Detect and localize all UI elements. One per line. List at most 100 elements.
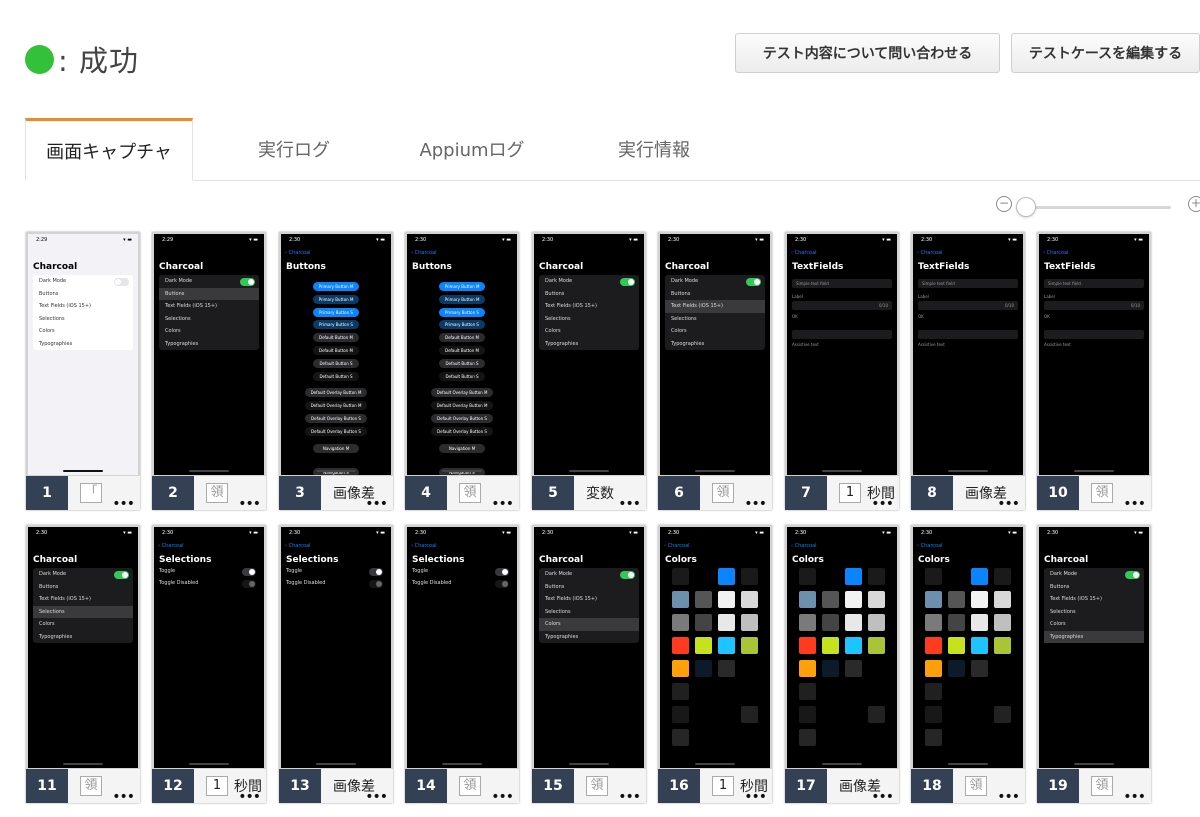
status-time: 2:30 <box>289 530 301 536</box>
capture-number: 14 <box>405 769 447 803</box>
more-horizontal-icon[interactable]: ••• <box>365 497 388 510</box>
field-label: Label <box>1044 294 1055 299</box>
capture-card[interactable]: 2:30 ▾ ▬ ‹ Charcoal Selections Toggle Toggle … <box>279 525 393 803</box>
menu-row: Buttons <box>545 290 565 297</box>
more-horizontal-icon[interactable]: ••• <box>112 497 135 510</box>
more-horizontal-icon[interactable]: ••• <box>1123 497 1146 510</box>
status-time: 2:30 <box>668 530 680 536</box>
more-horizontal-icon[interactable]: ••• <box>1123 790 1146 803</box>
capture-card[interactable]: 2:29 ▾ ▬ Charcoal Dark Mode Buttons Text Fiel… <box>152 232 266 510</box>
capture-card[interactable]: 2:30 ▾ ▬ ‹ Charcoal Selections Toggle Toggle … <box>152 525 266 803</box>
color-swatch <box>741 568 758 585</box>
device-screenshot[interactable]: 2:30 ▾ ▬ Charcoal Dark Mode Buttons Text Fiel… <box>534 527 644 768</box>
inquire-button[interactable]: テスト内容について問い合わせる <box>735 33 1000 73</box>
more-horizontal-icon[interactable]: ••• <box>871 790 894 803</box>
dark-mode-toggle <box>240 277 255 286</box>
device-screenshot[interactable]: 2:29 ▾ ▬ Charcoal Dark Mode Buttons Text Fiel… <box>28 234 138 475</box>
device-screenshot[interactable]: 2:29 ▾ ▬ Charcoal Dark Mode Buttons Text Fiel… <box>154 234 264 475</box>
tab-appium-log[interactable]: Appiumログ <box>387 118 557 180</box>
device-screenshot[interactable]: 2:30 ▾ ▬ ‹ Charcoal Colors <box>913 527 1023 768</box>
capture-card[interactable]: 2:30 ▾ ▬ Charcoal Dark Mode Buttons Text Fiel… <box>532 232 646 510</box>
text-field <box>918 330 1018 339</box>
capture-card[interactable]: 2:30 ▾ ▬ Charcoal Dark Mode Buttons Text Fiel… <box>658 232 772 510</box>
menu-list: Dark Mode Buttons Text Fields (iOS 15+) Sel… <box>539 275 639 350</box>
capture-card[interactable]: 2:30 ▾ ▬ Charcoal Dark Mode Buttons Text Fiel… <box>1037 525 1151 803</box>
signal-battery-icon: ▾ ▬ <box>502 237 511 243</box>
capture-card[interactable]: 2:30 ▾ ▬ ‹ Charcoal TextFields Simple text f… <box>911 232 1025 510</box>
signal-battery-icon: ▾ ▬ <box>1134 237 1143 243</box>
capture-card[interactable]: 2:30 ▾ ▬ Charcoal Dark Mode Buttons Text Fiel… <box>26 525 140 803</box>
capture-card[interactable]: 2:30 ▾ ▬ ‹ Charcoal Selections Toggle Toggle … <box>405 525 519 803</box>
device-screenshot[interactable]: 2:30 ▾ ▬ ‹ Charcoal Colors <box>660 527 770 768</box>
edit-testcase-button[interactable]: テストケースを編集する <box>1011 33 1200 73</box>
home-indicator <box>822 763 862 765</box>
device-screenshot[interactable]: 2:30 ▾ ▬ ‹ Charcoal Selections Toggle Toggle … <box>154 527 264 768</box>
color-swatch <box>822 683 839 700</box>
menu-row: Text Fields (iOS 15+) <box>545 596 597 603</box>
capture-card[interactable]: 2:30 ▾ ▬ Charcoal Dark Mode Buttons Text Fiel… <box>532 525 646 803</box>
more-horizontal-icon[interactable]: ••• <box>491 790 514 803</box>
tab-execution-info[interactable]: 実行情報 <box>569 118 739 180</box>
status-time: 2:30 <box>921 237 933 243</box>
more-horizontal-icon[interactable]: ••• <box>618 790 641 803</box>
menu-row: Colors <box>545 328 561 335</box>
device-screenshot[interactable]: 2:30 ▾ ▬ Charcoal Dark Mode Buttons Text Fiel… <box>1039 527 1149 768</box>
device-screenshot[interactable]: 2:30 ▾ ▬ ‹ Charcoal Selections Toggle Toggle … <box>407 527 517 768</box>
capture-card[interactable]: 2:29 ▾ ▬ Charcoal Dark Mode Buttons Text Fiel… <box>26 232 140 510</box>
capture-number: 2 <box>152 476 194 510</box>
more-horizontal-icon[interactable]: ••• <box>365 790 388 803</box>
home-indicator <box>1074 763 1114 765</box>
text-field <box>792 330 892 339</box>
device-screenshot[interactable]: 2:30 ▾ ▬ ‹ Charcoal Selections Toggle Toggle … <box>281 527 391 768</box>
zoom-track[interactable] <box>1026 206 1171 209</box>
capture-card[interactable]: 2:30 ▾ ▬ ‹ Charcoal TextFields Simple text f… <box>1037 232 1151 510</box>
more-horizontal-icon[interactable]: ••• <box>618 497 641 510</box>
device-screenshot[interactable]: 2:30 ▾ ▬ ‹ Charcoal TextFields Simple text f… <box>1039 234 1149 475</box>
more-horizontal-icon[interactable]: ••• <box>238 790 261 803</box>
device-screenshot[interactable]: 2:30 ▾ ▬ Charcoal Dark Mode Buttons Text Fiel… <box>534 234 644 475</box>
status-label: : 成功 <box>58 44 139 78</box>
device-screenshot[interactable]: 2:30 ▾ ▬ ‹ Charcoal Colors <box>787 527 897 768</box>
more-horizontal-icon[interactable]: ••• <box>491 497 514 510</box>
home-indicator <box>822 470 862 472</box>
device-screenshot[interactable]: 2:30 ▾ ▬ ‹ Charcoal Buttons Primary Button M… <box>281 234 391 475</box>
more-horizontal-icon[interactable]: ••• <box>997 790 1020 803</box>
more-horizontal-icon[interactable]: ••• <box>744 497 767 510</box>
capture-footer: 6 領 ••• <box>658 476 772 510</box>
status-time: 2:30 <box>921 530 933 536</box>
menu-row: Colors <box>1050 621 1066 628</box>
capture-card[interactable]: 2:30 ▾ ▬ ‹ Charcoal Buttons Primary Button M… <box>279 232 393 510</box>
dark-mode-toggle <box>114 277 129 286</box>
zoom-out-icon[interactable]: − <box>996 196 1012 212</box>
device-screenshot[interactable]: 2:30 ▾ ▬ ‹ Charcoal Buttons Primary Button M… <box>407 234 517 475</box>
device-screenshot[interactable]: 2:30 ▾ ▬ ‹ Charcoal TextFields Simple text f… <box>787 234 897 475</box>
capture-card[interactable]: 2:30 ▾ ▬ ‹ Charcoal Buttons Primary Button M… <box>405 232 519 510</box>
more-horizontal-icon[interactable]: ••• <box>997 497 1020 510</box>
tab-screen-capture[interactable]: 画面キャプチャ <box>25 118 193 181</box>
capture-card[interactable]: 2:30 ▾ ▬ ‹ Charcoal Colors 16 1 秒間 ••• <box>658 525 772 803</box>
menu-row: Text Fields (iOS 15+) <box>545 303 597 310</box>
more-horizontal-icon[interactable]: ••• <box>112 790 135 803</box>
device-screenshot[interactable]: 2:30 ▾ ▬ ‹ Charcoal TextFields Simple text f… <box>913 234 1023 475</box>
tab-bar: 画面キャプチャ 実行ログ Appiumログ 実行情報 <box>25 118 1200 181</box>
status-time: 2:29 <box>36 237 48 243</box>
capture-card[interactable]: 2:30 ▾ ▬ ‹ Charcoal Colors 18 領 ••• <box>911 525 1025 803</box>
capture-card[interactable]: 2:30 ▾ ▬ ‹ Charcoal TextFields Simple text f… <box>785 232 899 510</box>
capture-number: 7 <box>785 476 827 510</box>
capture-card[interactable]: 2:30 ▾ ▬ ‹ Charcoal Colors 17 画像差 ••• <box>785 525 899 803</box>
field-placeholder: Simple text field <box>1048 281 1081 286</box>
device-screenshot[interactable]: 2:30 ▾ ▬ Charcoal Dark Mode Buttons Text Fiel… <box>660 234 770 475</box>
zoom-in-icon[interactable]: + <box>1188 196 1200 212</box>
action-input-box: 領 <box>459 776 481 796</box>
more-horizontal-icon[interactable]: ••• <box>238 497 261 510</box>
device-screenshot[interactable]: 2:30 ▾ ▬ Charcoal Dark Mode Buttons Text Fiel… <box>28 527 138 768</box>
capture-action: 1 秒間 ••• <box>194 769 266 803</box>
more-horizontal-icon[interactable]: ••• <box>744 790 767 803</box>
screen-title: Buttons <box>412 262 452 272</box>
zoom-slider-thumb[interactable] <box>1016 197 1036 217</box>
menu-row: Typographies <box>165 340 199 347</box>
screen-title: Selections <box>286 555 339 565</box>
more-horizontal-icon[interactable]: ••• <box>871 497 894 510</box>
capture-footer: 1 「 ••• <box>26 476 140 510</box>
tab-execution-log[interactable]: 実行ログ <box>209 118 379 180</box>
